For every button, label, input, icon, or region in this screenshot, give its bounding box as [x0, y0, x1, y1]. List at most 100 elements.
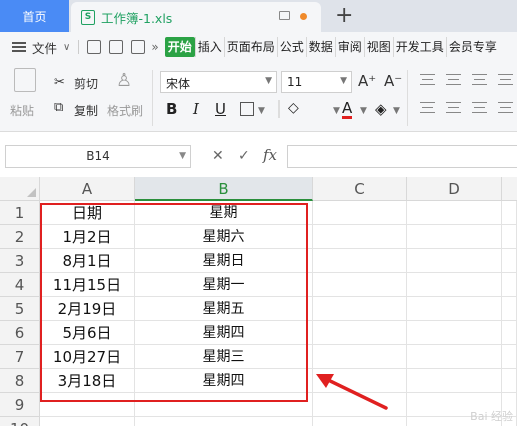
row-header[interactable]: 10 [0, 417, 40, 426]
formula-input[interactable] [287, 145, 517, 168]
row-header[interactable]: 9 [0, 393, 40, 417]
table-cell[interactable] [407, 225, 502, 249]
column-header-b[interactable]: B [135, 177, 313, 201]
table-cell[interactable] [313, 297, 407, 321]
chevron-down-icon[interactable]: ▼ [258, 106, 265, 116]
print-preview-icon[interactable] [131, 40, 146, 54]
table-cell[interactable] [502, 369, 517, 393]
scissors-icon[interactable]: ✂ [54, 75, 65, 90]
tab-developer[interactable]: 开发工具 [392, 37, 446, 57]
chevron-down-icon[interactable]: ▼ [393, 106, 400, 116]
tab-review[interactable]: 审阅 [334, 37, 364, 57]
table-cell[interactable] [502, 225, 517, 249]
cancel-icon[interactable]: ✕ [212, 148, 224, 164]
table-cell[interactable] [135, 417, 313, 426]
table-cell[interactable]: 2月19日 [40, 297, 135, 321]
justify-icon[interactable] [498, 102, 513, 113]
column-header-a[interactable]: A [40, 177, 135, 201]
table-cell[interactable] [502, 273, 517, 297]
name-box[interactable]: B14 ▼ [5, 145, 191, 168]
copy-icon[interactable]: ⧉ [54, 100, 63, 115]
table-cell[interactable]: 星期五 [135, 297, 313, 321]
table-cell[interactable] [135, 393, 313, 417]
tab-view[interactable]: 视图 [363, 37, 393, 57]
column-header-e[interactable] [502, 177, 517, 201]
table-cell[interactable]: 星期六 [135, 225, 313, 249]
table-cell[interactable]: 11月15日 [40, 273, 135, 297]
underline-button[interactable]: U [215, 100, 226, 118]
table-cell[interactable] [407, 345, 502, 369]
format-painter-button[interactable]: 格式刷 [107, 102, 143, 119]
table-cell[interactable] [407, 249, 502, 273]
table-cell[interactable] [313, 273, 407, 297]
cut-button[interactable]: 剪切 [74, 75, 98, 92]
tab-workbook[interactable]: S 工作簿-1.xls [71, 2, 321, 32]
table-cell[interactable] [502, 249, 517, 273]
table-cell[interactable] [502, 297, 517, 321]
save-icon[interactable] [87, 40, 102, 54]
align-bottom-icon[interactable] [472, 74, 487, 85]
grow-font-button[interactable]: A⁺ [358, 72, 376, 90]
row-header[interactable]: 6 [0, 321, 40, 345]
table-cell[interactable]: 星期日 [135, 249, 313, 273]
table-cell[interactable]: 星期一 [135, 273, 313, 297]
file-menu[interactable]: 文件 [32, 38, 57, 57]
table-cell[interactable] [407, 273, 502, 297]
align-top-icon[interactable] [420, 74, 435, 85]
bold-button[interactable]: B [166, 100, 177, 118]
table-cell[interactable]: 10月27日 [40, 345, 135, 369]
paste-button[interactable]: 粘贴 [10, 102, 34, 119]
tab-home[interactable]: 首页 [0, 0, 69, 32]
select-all-button[interactable] [0, 177, 40, 201]
table-cell[interactable] [407, 297, 502, 321]
align-left-icon[interactable] [420, 102, 435, 113]
tab-insert[interactable]: 插入 [194, 37, 224, 57]
tab-data[interactable]: 数据 [305, 37, 335, 57]
tab-member[interactable]: 会员专享 [445, 37, 499, 57]
table-cell[interactable] [407, 369, 502, 393]
column-header-d[interactable]: D [407, 177, 502, 201]
table-cell[interactable]: 星期三 [135, 345, 313, 369]
chevron-down-icon[interactable]: ∨ [63, 42, 70, 53]
confirm-icon[interactable]: ✓ [238, 148, 250, 164]
table-cell[interactable] [502, 321, 517, 345]
more-icon[interactable]: » [151, 40, 158, 54]
table-cell[interactable] [502, 201, 517, 225]
font-name-select[interactable]: 宋体 ▼ [160, 71, 277, 93]
chevron-down-icon[interactable]: ▼ [360, 106, 367, 116]
print-icon[interactable] [109, 40, 124, 54]
table-cell[interactable]: 星期四 [135, 369, 313, 393]
row-header[interactable]: 2 [0, 225, 40, 249]
align-center-icon[interactable] [446, 102, 461, 113]
align-right-icon[interactable] [472, 102, 487, 113]
table-cell[interactable]: 星期 [135, 201, 313, 225]
table-cell[interactable] [313, 201, 407, 225]
table-cell[interactable]: 1月2日 [40, 225, 135, 249]
shrink-font-button[interactable]: A⁻ [384, 72, 402, 90]
column-header-c[interactable]: C [313, 177, 407, 201]
tab-home-ribbon[interactable]: 开始 [164, 37, 195, 57]
table-cell[interactable] [40, 393, 135, 417]
row-header[interactable]: 5 [0, 297, 40, 321]
font-size-select[interactable]: 11 ▼ [281, 71, 352, 93]
table-cell[interactable] [407, 321, 502, 345]
row-header[interactable]: 3 [0, 249, 40, 273]
table-cell[interactable] [502, 345, 517, 369]
border-icon[interactable] [240, 102, 254, 116]
chevron-down-icon[interactable]: ▼ [333, 106, 340, 116]
tab-formulas[interactable]: 公式 [276, 37, 306, 57]
row-header[interactable]: 4 [0, 273, 40, 297]
menu-icon[interactable] [12, 42, 26, 52]
table-cell[interactable] [407, 201, 502, 225]
table-cell[interactable] [40, 417, 135, 426]
font-color-button[interactable]: A [342, 100, 353, 119]
row-header[interactable]: 1 [0, 201, 40, 225]
table-cell[interactable]: 3月18日 [40, 369, 135, 393]
row-header[interactable]: 7 [0, 345, 40, 369]
copy-button[interactable]: 复制 [74, 102, 98, 119]
table-cell[interactable]: 日期 [40, 201, 135, 225]
monitor-icon[interactable] [279, 11, 290, 20]
italic-button[interactable]: I [193, 100, 199, 118]
format-painter-icon[interactable]: ♙ [116, 70, 132, 91]
eraser-icon[interactable]: ◈ [375, 100, 387, 118]
